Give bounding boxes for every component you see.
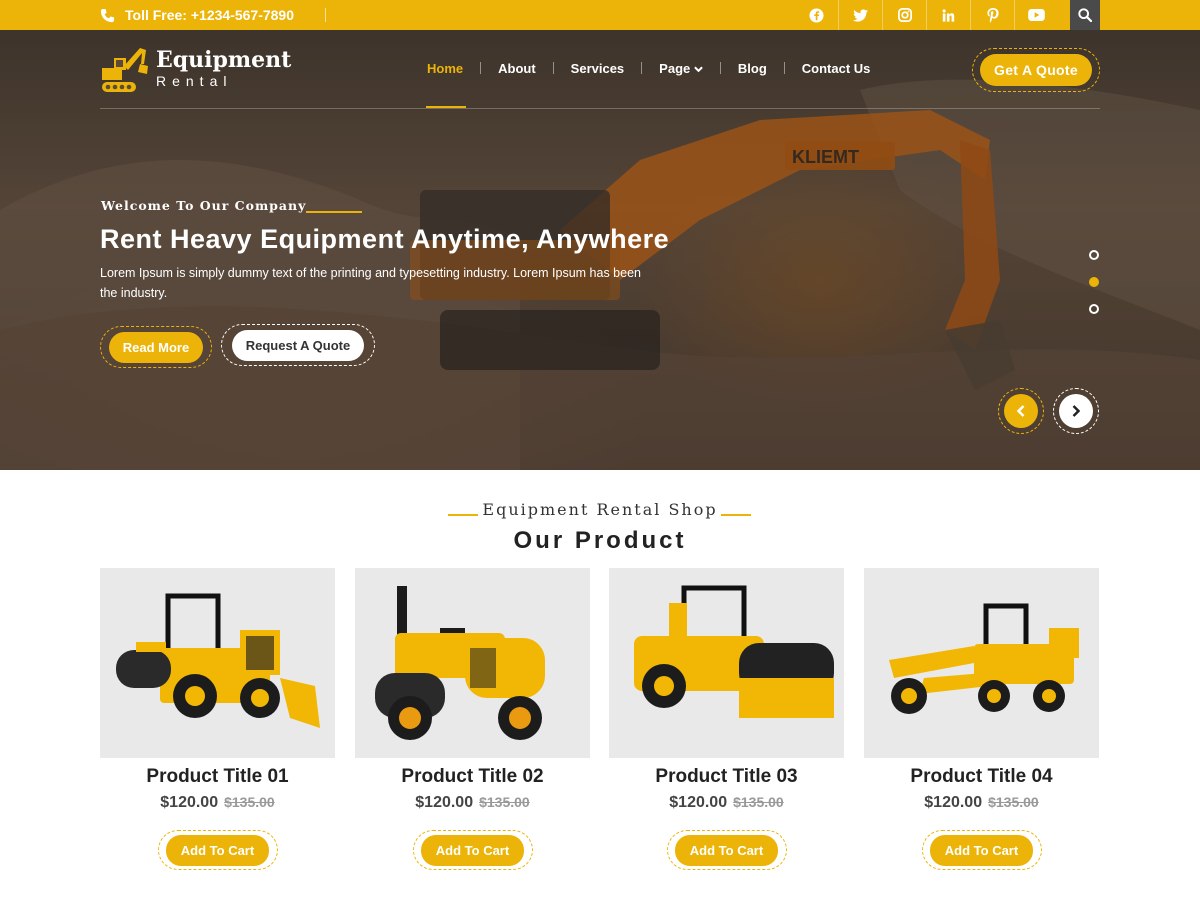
main-navigation: Home About Services Page Blog Contact Us: [410, 60, 887, 76]
nav-item-contact[interactable]: Contact Us: [785, 61, 888, 76]
product-image[interactable]: [355, 568, 590, 758]
excavator-logo-icon: [102, 48, 148, 92]
youtube-icon[interactable]: [1014, 0, 1058, 30]
pinterest-icon[interactable]: [970, 0, 1014, 30]
section-title: Our Product: [513, 527, 687, 554]
current-price: $120.00: [415, 794, 474, 811]
old-price: $135.00: [479, 794, 530, 810]
social-links: [794, 0, 1058, 30]
nav-item-services[interactable]: Services: [554, 61, 642, 76]
hero-title: Rent Heavy Equipment Anytime, Anywhere: [100, 224, 670, 254]
add-to-cart-button[interactable]: Add To Cart: [666, 830, 787, 870]
add-to-cart-label: Add To Cart: [674, 834, 779, 866]
facebook-icon[interactable]: [794, 0, 838, 30]
add-to-cart-label: Add To Cart: [929, 834, 1034, 866]
product-title[interactable]: Product Title 04: [864, 766, 1099, 788]
add-to-cart-label: Add To Cart: [165, 834, 270, 866]
kicker-underline: [306, 211, 362, 213]
product-image[interactable]: [100, 568, 335, 758]
product-card: Product Title 02 $120.00 $135.00 Add To C…: [355, 568, 590, 870]
hero-banner: KLIEMT Equipment Rental Home About Servi…: [0, 30, 1200, 470]
product-card: Product Title 03 $120.00 $135.00 Add To C…: [609, 568, 844, 870]
slider-next-button[interactable]: [1053, 388, 1099, 434]
read-more-label: Read More: [108, 331, 204, 363]
product-price: $120.00 $135.00: [100, 794, 335, 812]
product-title[interactable]: Product Title 03: [609, 766, 844, 788]
logo-subtitle: Rental: [156, 73, 233, 89]
product-title[interactable]: Product Title 01: [100, 766, 335, 788]
phone-icon: [100, 8, 115, 22]
current-price: $120.00: [669, 794, 728, 811]
chevron-left-icon: [1017, 405, 1025, 417]
search-button[interactable]: [1070, 0, 1100, 30]
product-price: $120.00 $135.00: [355, 794, 590, 812]
nav-item-about[interactable]: About: [481, 61, 553, 76]
old-price: $135.00: [224, 794, 275, 810]
soil-compactor-image: [634, 585, 834, 718]
section-subtitle: Equipment Rental Shop: [482, 500, 718, 519]
hero-kicker: Welcome To Our Company: [101, 198, 307, 213]
get-quote-button[interactable]: Get A Quote: [972, 48, 1100, 92]
road-roller-image: [375, 586, 545, 740]
nav-item-page[interactable]: Page: [642, 61, 720, 76]
phone-text: Toll Free: +1234-567-7890: [125, 7, 295, 23]
phone-contact[interactable]: Toll Free: +1234-567-7890: [100, 7, 294, 23]
search-icon: [1078, 8, 1092, 22]
top-bar: Toll Free: +1234-567-7890: [0, 0, 1200, 30]
product-price: $120.00 $135.00: [609, 794, 844, 812]
topbar-divider: [325, 8, 326, 22]
linkedin-icon[interactable]: [926, 0, 970, 30]
read-more-button[interactable]: Read More: [100, 326, 212, 368]
chevron-right-icon: [1072, 405, 1080, 417]
current-price: $120.00: [924, 794, 983, 811]
hero-description: Lorem Ipsum is simply dummy text of the …: [100, 266, 641, 300]
instagram-icon[interactable]: [882, 0, 926, 30]
add-to-cart-label: Add To Cart: [420, 834, 525, 866]
slider-dot-2[interactable]: [1089, 277, 1099, 287]
add-to-cart-button[interactable]: Add To Cart: [412, 830, 533, 870]
request-quote-button[interactable]: Request A Quote: [221, 324, 375, 366]
nav-item-page-label: Page: [659, 60, 691, 76]
nav-item-blog[interactable]: Blog: [721, 61, 784, 76]
current-price: $120.00: [160, 794, 219, 811]
product-image[interactable]: [864, 568, 1099, 758]
wheel-loader-roller-image: [116, 593, 320, 728]
old-price: $135.00: [988, 794, 1039, 810]
old-price: $135.00: [733, 794, 784, 810]
product-price: $120.00 $135.00: [864, 794, 1099, 812]
chevron-down-icon: [694, 66, 703, 72]
slider-prev-button[interactable]: [998, 388, 1044, 434]
nav-item-home[interactable]: Home: [410, 61, 480, 76]
add-to-cart-button[interactable]: Add To Cart: [157, 830, 278, 870]
product-image[interactable]: [609, 568, 844, 758]
slider-dot-1[interactable]: [1089, 250, 1099, 260]
logo-title: Equipment: [156, 47, 292, 73]
motor-grader-image: [889, 603, 1079, 714]
get-quote-label: Get A Quote: [980, 54, 1092, 86]
request-quote-label: Request A Quote: [231, 329, 365, 361]
site-logo[interactable]: Equipment Rental: [100, 44, 291, 94]
product-title[interactable]: Product Title 02: [355, 766, 590, 788]
twitter-icon[interactable]: [838, 0, 882, 30]
add-to-cart-button[interactable]: Add To Cart: [921, 830, 1042, 870]
product-card: Product Title 04 $120.00 $135.00 Add To C…: [864, 568, 1099, 870]
slider-dot-3[interactable]: [1089, 304, 1099, 314]
header-divider: [100, 108, 1100, 109]
section-subtitle-line-right: [721, 514, 751, 516]
product-card: Product Title 01 $120.00 $135.00 Add To C…: [100, 568, 335, 870]
